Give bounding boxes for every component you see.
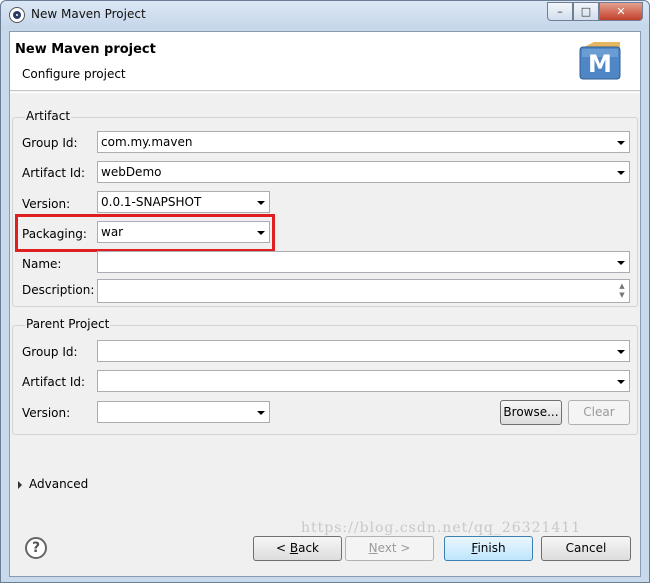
group-id-label: Group Id: — [22, 136, 78, 150]
name-label: Name: — [22, 257, 62, 271]
title-bar[interactable]: New Maven Project – □ ✕ — [1, 1, 649, 29]
back-rest: ack — [298, 541, 319, 555]
maven-logo-icon: M — [579, 42, 621, 80]
version-value: 0.0.1-SNAPSHOT — [101, 195, 202, 209]
chevron-down-icon[interactable] — [257, 411, 265, 415]
advanced-toggle[interactable]: Advanced — [18, 477, 88, 491]
parent-version-label: Version: — [22, 406, 71, 420]
wizard-description: Configure project — [22, 67, 126, 81]
back-prefix: < — [275, 541, 290, 555]
description-textarea[interactable]: ▲ ▼ — [97, 279, 630, 303]
help-icon[interactable]: ? — [25, 537, 47, 559]
parent-artifact-id-combo[interactable] — [97, 370, 630, 392]
dialog-window: New Maven Project – □ ✕ New Maven projec… — [0, 0, 650, 583]
version-label: Version: — [22, 197, 71, 211]
chevron-down-icon[interactable] — [617, 350, 625, 354]
dialog-content: New Maven project Configure project M Ar… — [9, 31, 641, 577]
packaging-value: war — [101, 225, 124, 239]
chevron-down-icon[interactable] — [617, 141, 625, 145]
name-combo[interactable] — [97, 251, 630, 273]
minimize-button[interactable]: – — [547, 2, 573, 21]
version-combo[interactable]: 0.0.1-SNAPSHOT — [97, 191, 270, 213]
parent-group-id-label: Group Id: — [22, 345, 78, 359]
eclipse-app-icon — [9, 7, 25, 23]
chevron-down-icon[interactable] — [257, 231, 265, 235]
clear-button[interactable]: Clear — [568, 400, 630, 425]
parent-group-id-combo[interactable] — [97, 340, 630, 362]
expand-triangle-icon[interactable] — [18, 480, 22, 489]
finish-rest: inish — [477, 541, 506, 555]
chevron-down-icon[interactable] — [257, 201, 265, 205]
description-label: Description: — [22, 283, 95, 297]
watermark-text: https://blog.csdn.net/qq_26321411 — [301, 520, 582, 536]
window-controls: – □ ✕ — [547, 2, 643, 21]
back-button[interactable]: < Back — [253, 536, 342, 561]
next-button[interactable]: Next > — [345, 536, 434, 561]
cancel-button[interactable]: Cancel — [541, 536, 631, 561]
artifact-id-label: Artifact Id: — [22, 166, 86, 180]
close-button[interactable]: ✕ — [599, 2, 643, 21]
artifact-id-value: webDemo — [101, 165, 162, 179]
artifact-group-label: Artifact — [25, 109, 72, 123]
finish-button[interactable]: Finish — [444, 536, 533, 561]
artifact-id-combo[interactable]: webDemo — [97, 161, 630, 183]
chevron-down-icon[interactable] — [617, 261, 625, 265]
group-id-combo[interactable]: com.my.maven — [97, 131, 630, 153]
window-title: New Maven Project — [31, 7, 146, 21]
wizard-title: New Maven project — [15, 42, 156, 57]
chevron-down-icon[interactable] — [617, 380, 625, 384]
next-mnemonic: N — [368, 541, 378, 555]
next-rest: ext > — [377, 541, 411, 555]
group-id-value: com.my.maven — [101, 135, 193, 149]
scroll-arrows-icon[interactable]: ▲ ▼ — [617, 282, 627, 300]
packaging-combo[interactable]: war — [97, 221, 270, 243]
parent-version-combo[interactable] — [97, 401, 270, 423]
maximize-button[interactable]: □ — [573, 2, 599, 21]
wizard-header: New Maven project Configure project M — [10, 32, 640, 91]
browse-button[interactable]: Browse... — [500, 400, 562, 425]
wizard-body: Artifact Group Id: com.my.maven Artifact… — [10, 92, 640, 576]
advanced-label: Advanced — [29, 477, 89, 491]
packaging-label: Packaging: — [22, 227, 87, 241]
maven-logo-letter: M — [588, 50, 612, 78]
parent-artifact-id-label: Artifact Id: — [22, 375, 86, 389]
back-mnemonic: B — [289, 541, 299, 555]
parent-project-group-label: Parent Project — [25, 317, 111, 331]
chevron-down-icon[interactable] — [617, 171, 625, 175]
